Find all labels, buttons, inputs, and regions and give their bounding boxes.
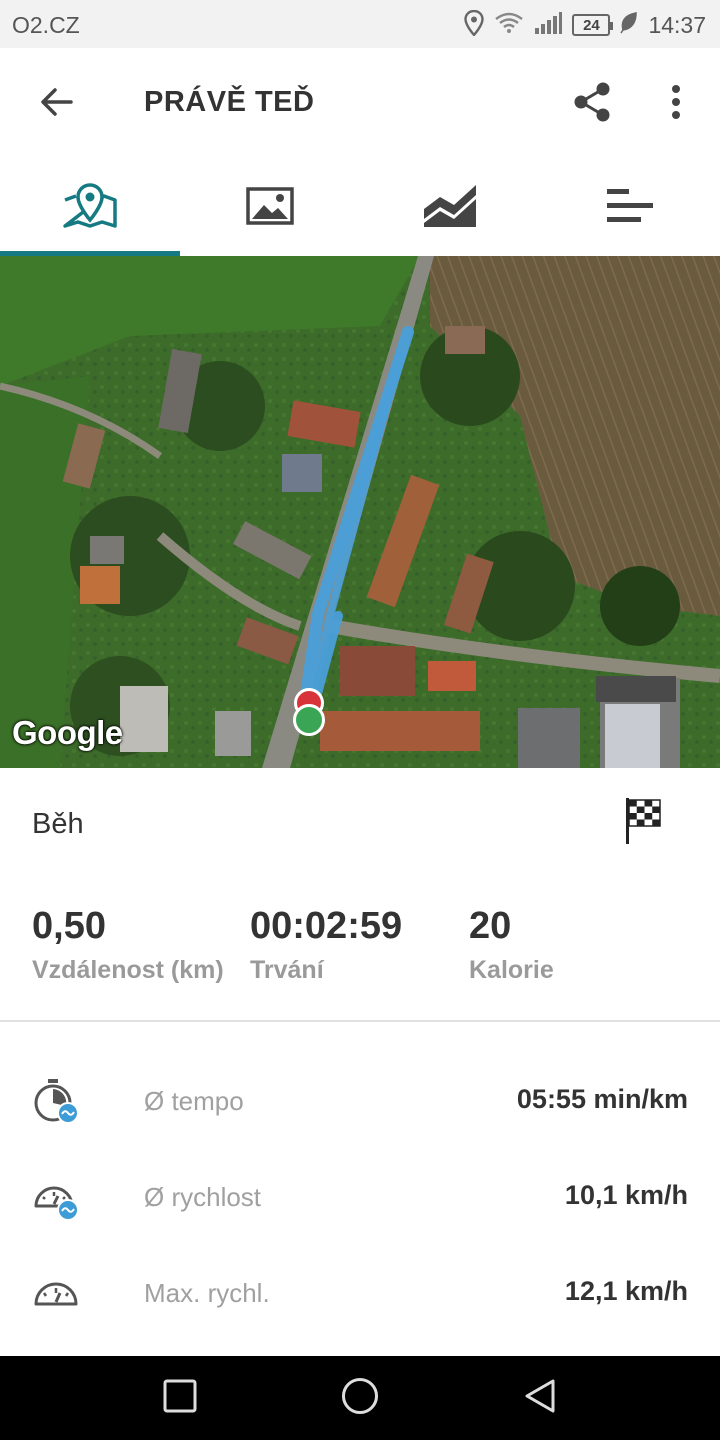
metric-row-max-speed: Max. rychl. 12,1 km/h <box>0 1248 720 1344</box>
map-pin-icon <box>62 182 118 235</box>
google-attribution: Google <box>12 714 123 751</box>
duration-value: 00:02:59 <box>250 905 403 947</box>
recents-button[interactable] <box>158 1376 202 1420</box>
page-title: PRÁVĚ TEĎ <box>144 86 315 118</box>
calories-label: Kalorie <box>469 956 554 984</box>
route-map[interactable]: Google <box>0 256 720 768</box>
chart-area-icon <box>422 183 478 234</box>
start-marker <box>293 704 325 736</box>
tab-photos[interactable] <box>180 160 360 256</box>
distance-stat: 0,50 Vzdálenost (km) <box>32 904 224 985</box>
status-icons: 24 14:37 <box>464 9 706 41</box>
more-vert-icon <box>670 84 682 125</box>
metric-value: 05:55 min/km <box>516 1084 688 1114</box>
metric-value: 12,1 km/h <box>564 1276 688 1306</box>
satellite-imagery <box>0 256 720 768</box>
section-divider <box>0 1020 720 1022</box>
tab-charts[interactable] <box>360 160 540 256</box>
arrow-back-icon <box>38 84 74 125</box>
location-icon <box>464 9 485 41</box>
wifi-icon <box>494 11 524 40</box>
tab-map[interactable] <box>0 160 180 256</box>
avg-speed-icon <box>32 1172 84 1224</box>
avg-pace-icon <box>32 1076 84 1128</box>
calories-stat: 20 Kalorie <box>469 904 554 985</box>
home-button[interactable] <box>338 1376 382 1420</box>
metric-row-avg-speed: Ø rychlost 10,1 km/h <box>0 1152 720 1248</box>
distance-label: Vzdálenost (km) <box>32 956 224 984</box>
image-icon <box>246 186 294 230</box>
square-icon <box>163 1379 197 1418</box>
activity-type: Běh <box>32 808 84 840</box>
metric-label: Max. rychl. <box>144 1278 270 1308</box>
more-options-button[interactable] <box>652 80 700 128</box>
activity-summary: 0,50 Vzdálenost (km) 00:02:59 Trvání 20 … <box>0 880 720 1020</box>
signal-icon <box>534 11 563 40</box>
system-back-button[interactable] <box>518 1376 562 1420</box>
battery-icon: 24 <box>572 14 614 36</box>
app-bar: PRÁVĚ TEĎ <box>0 48 720 160</box>
list-bars-icon <box>605 187 655 230</box>
metric-row-avg-pace: Ø tempo 05:55 min/km <box>0 1056 720 1152</box>
share-button[interactable] <box>568 80 616 128</box>
circle-icon <box>341 1377 379 1420</box>
status-bar: O2.CZ 24 14:37 <box>0 0 720 48</box>
leaf-icon <box>620 10 638 39</box>
checkered-flag-icon <box>624 798 664 850</box>
max-speed-icon <box>32 1268 84 1320</box>
triangle-back-icon <box>523 1378 557 1419</box>
tab-bar <box>0 160 720 256</box>
carrier-name: O2.CZ <box>12 12 80 38</box>
distance-value: 0,50 <box>32 905 106 947</box>
share-icon <box>572 81 612 128</box>
activity-header: Běh <box>0 768 720 880</box>
clock: 14:37 <box>648 11 706 38</box>
finish-flag-button[interactable] <box>624 796 672 852</box>
back-button[interactable] <box>32 80 80 128</box>
metric-label: Ø rychlost <box>144 1182 262 1212</box>
duration-label: Trvání <box>250 956 324 984</box>
calories-value: 20 <box>469 905 512 947</box>
tab-details[interactable] <box>540 160 720 256</box>
system-nav-bar <box>0 1356 720 1440</box>
metric-value: 10,1 km/h <box>564 1180 688 1210</box>
metric-label: Ø tempo <box>144 1086 244 1116</box>
duration-stat: 00:02:59 Trvání <box>250 904 402 985</box>
